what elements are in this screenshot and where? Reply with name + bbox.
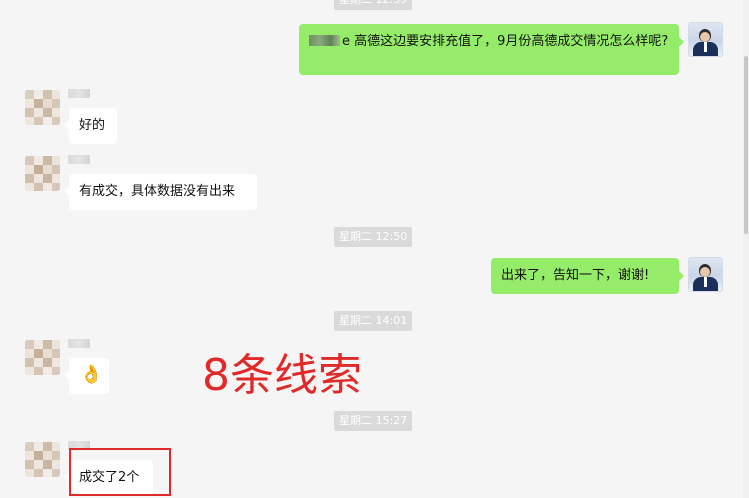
message-bubble-sent[interactable]: e 高德这边要安排充值了，9月份高德成交情况怎么样呢?: [299, 24, 684, 75]
timestamp: 星期二 12:39: [334, 0, 413, 10]
message-text: e 高德这边要安排充值了，9月份高德成交情况怎么样呢?: [342, 34, 669, 49]
contact-avatar[interactable]: [25, 90, 60, 125]
timestamp: 星期二 12:50: [334, 227, 413, 247]
contact-name-blurred: [68, 339, 90, 348]
message-bubble-received[interactable]: 👌: [64, 358, 109, 394]
contact-avatar[interactable]: [25, 340, 60, 375]
redacted-name: [309, 35, 340, 46]
ok-hand-emoji-icon: 👌: [80, 364, 103, 385]
self-avatar[interactable]: [688, 257, 723, 292]
message-text: 出来了，告知一下，谢谢!: [501, 268, 650, 283]
message-text: 好的: [79, 118, 106, 133]
avatar-face: [700, 267, 710, 277]
avatar-tie: [704, 277, 707, 287]
message-bubble-received[interactable]: 有成交，具体数据没有出来: [64, 174, 257, 210]
scrollbar-track[interactable]: [743, 0, 749, 498]
message-bubble-received[interactable]: 好的: [64, 108, 117, 144]
contact-avatar[interactable]: [25, 442, 60, 477]
self-avatar[interactable]: [688, 22, 723, 57]
contact-name-blurred: [68, 155, 90, 164]
message-bubble-sent[interactable]: 出来了，告知一下，谢谢!: [491, 258, 684, 294]
avatar-tie: [704, 42, 707, 52]
timestamp: 星期二 15:27: [334, 411, 413, 431]
contact-avatar[interactable]: [25, 156, 60, 191]
chat-window: 星期二 12:39 e 高德这边要安排充值了，9月份高德成交情况怎么样呢? 好的: [0, 0, 749, 498]
message-text: 有成交，具体数据没有出来: [79, 184, 236, 199]
scrollbar-thumb[interactable]: [744, 56, 748, 234]
contact-name-blurred: [68, 89, 90, 98]
avatar-face: [700, 32, 710, 42]
annotation-text: 8条线索: [202, 350, 362, 401]
annotation-highlight-box: [69, 448, 171, 496]
timestamp: 星期二 14:01: [334, 311, 413, 331]
